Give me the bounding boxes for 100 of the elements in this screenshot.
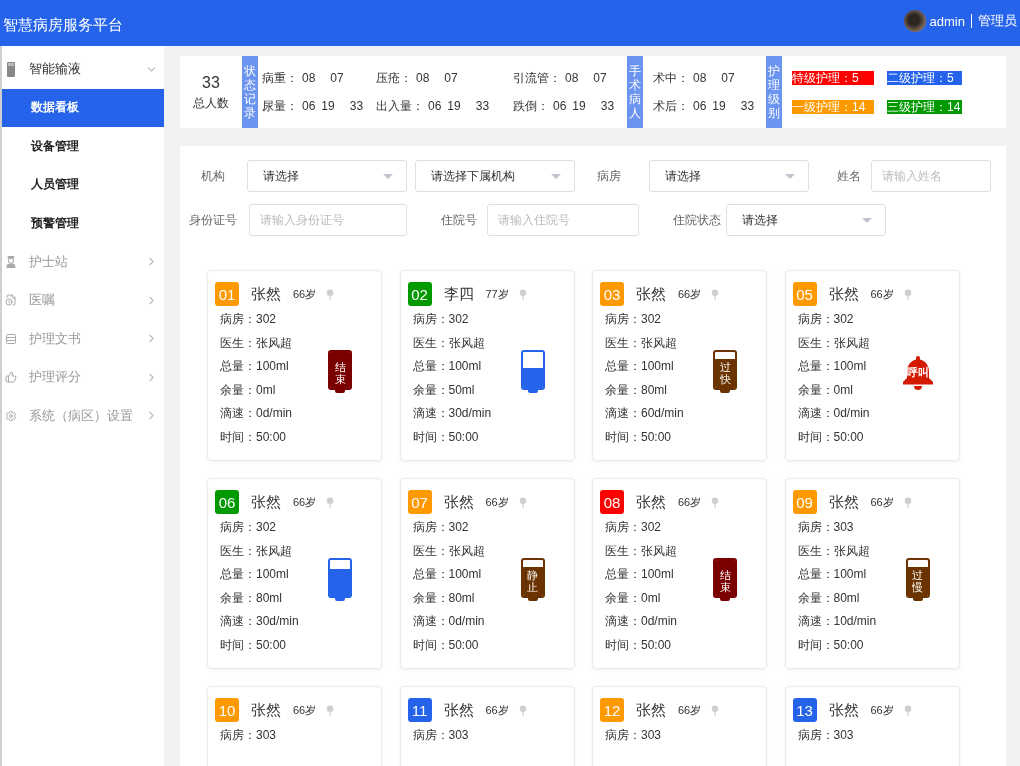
info-text: 病房：302 (605, 311, 663, 328)
info-text: 总量：100ml (220, 566, 290, 584)
filter-label: 住院号 (440, 211, 477, 229)
patient-name: 李四 (443, 284, 474, 304)
bed-number-badge: 11 (407, 698, 432, 722)
patient-age: 66岁 (485, 494, 509, 510)
patient-name: 张然 (251, 700, 281, 720)
care-level-tag: 二级护理：5 (887, 70, 962, 85)
total-label: 总人数 (193, 96, 229, 110)
pin-icon (518, 288, 527, 300)
stat-value: 08 (693, 71, 707, 85)
stat-label: 出入量： (376, 99, 424, 113)
patient-name: 张然 (636, 492, 666, 512)
info-text: 总量：100ml (605, 566, 675, 584)
info-text: 病房：302 (605, 519, 663, 536)
input-field[interactable]: 请输入住院号 (487, 204, 639, 236)
patient-name: 张然 (251, 492, 281, 512)
stat-value: 06 (693, 99, 707, 113)
caret-icon (551, 173, 561, 179)
info-text: 总量：100ml (605, 358, 675, 376)
menu-item[interactable]: 智能输液 (2, 50, 164, 89)
document-clock-icon (5, 294, 17, 307)
caret-icon (785, 173, 795, 179)
info-text: 滴速：0d/min (220, 405, 293, 423)
pin-icon (903, 288, 912, 300)
info-text: 余量：50ml (412, 381, 476, 399)
user-name[interactable]: admin (929, 13, 965, 29)
patient-age: 77岁 (485, 286, 509, 302)
stat-value: 06 (428, 99, 442, 113)
input-field[interactable]: 请输入身份证号 (249, 204, 407, 236)
stat-label: 跌倒： (513, 99, 549, 113)
info-text: 余量：80ml (605, 381, 668, 399)
bed-number-badge: 01 (215, 282, 239, 306)
bed-number-badge: 09 (792, 490, 817, 514)
info-text: 滴速：60d/min (605, 405, 684, 423)
care-level-tag: 一级护理：14 (792, 99, 874, 114)
pin-icon (711, 704, 720, 716)
patient-name: 张然 (636, 284, 666, 304)
info-text: 余量：0ml (605, 589, 662, 607)
thumbs-up-icon (5, 371, 17, 384)
select-field[interactable]: 请选择下属机构 (415, 160, 575, 192)
patient-name: 张然 (443, 700, 474, 720)
stat-value: 08 (416, 71, 430, 85)
stat-value: 07 (721, 71, 735, 85)
stat-value: 06 (302, 99, 316, 113)
bed-number-badge: 08 (600, 490, 624, 514)
stat-label: 引流管： (513, 71, 561, 85)
select-field[interactable]: 请选择 (649, 160, 809, 192)
info-text: 医生：张风超 (605, 334, 678, 352)
status-label: 结束 (334, 361, 346, 386)
info-text: 滴速：0d/min (797, 405, 870, 423)
info-text: 滴速：30d/min (412, 405, 492, 423)
info-text: 滴速：0d/min (412, 613, 485, 631)
care-level-tag: 特级护理：5 (792, 70, 874, 85)
info-text: 病房：303 (605, 727, 662, 744)
patient-age: 66岁 (870, 286, 894, 302)
info-text: 滴速：10d/min (797, 613, 877, 631)
info-text: 余量：0ml (797, 381, 854, 399)
info-text: 病房：302 (220, 519, 278, 536)
stat-label: 尿量： (262, 99, 298, 113)
stat-label: 病重： (262, 71, 298, 85)
bed-number-badge: 03 (600, 282, 624, 306)
patient-age: 66岁 (485, 702, 509, 718)
stat-value: 19 (447, 99, 461, 113)
bed-number-badge: 05 (792, 282, 817, 306)
info-text: 医生：张风超 (220, 334, 293, 352)
stat-value: 33 (349, 99, 364, 113)
info-text: 病房：303 (797, 727, 854, 744)
info-text: 余量：80ml (797, 589, 861, 607)
stat-value: 19 (321, 99, 335, 113)
info-text: 余量：80ml (220, 589, 283, 607)
stat-value: 08 (302, 71, 316, 85)
pin-icon (711, 288, 720, 300)
caret-icon (862, 217, 872, 223)
info-text: 时间：50:00 (220, 636, 288, 654)
patient-age: 66岁 (293, 286, 317, 302)
pin-icon (326, 704, 335, 716)
info-text: 病房：302 (220, 311, 278, 328)
pin-icon (326, 288, 335, 300)
status-label: 静止 (527, 569, 538, 594)
select-field[interactable]: 请选择 (726, 204, 886, 236)
stat-label: 术后： (653, 99, 689, 113)
info-text: 病房：302 (412, 519, 470, 536)
bed-number-badge: 10 (215, 698, 239, 722)
filter-label: 病房 (596, 167, 621, 185)
filter-label: 身份证号 (188, 211, 237, 229)
input-field[interactable]: 请输入姓名 (871, 160, 991, 192)
info-text: 病房：302 (412, 311, 470, 328)
select-field[interactable]: 请选择 (247, 160, 407, 192)
stat-value: 33 (475, 99, 490, 113)
rows-icon (5, 332, 17, 345)
patient-age: 66岁 (293, 702, 317, 718)
submenu-item[interactable]: 数据看板 (2, 88, 164, 127)
bed-number-badge: 02 (407, 282, 432, 306)
patient-name: 张然 (828, 284, 859, 304)
stat-label: 术中： (653, 71, 689, 85)
group-label: 护理级别 (766, 56, 782, 128)
stat-value: 19 (712, 99, 726, 113)
info-text: 医生：张风超 (220, 542, 293, 560)
info-text: 时间：50:00 (797, 636, 865, 654)
